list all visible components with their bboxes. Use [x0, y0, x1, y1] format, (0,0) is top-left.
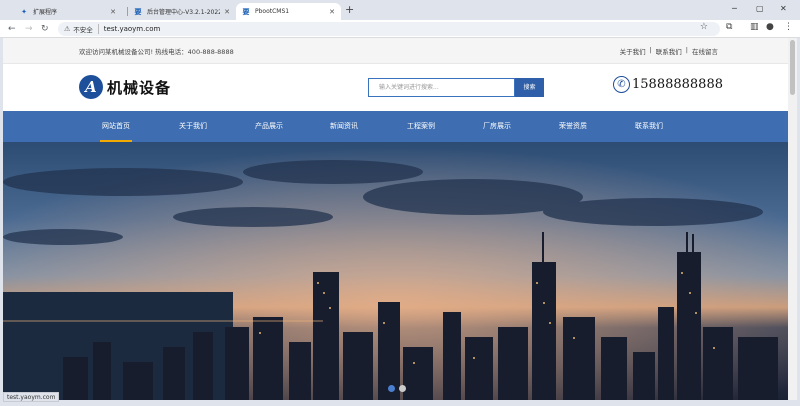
slider-dot[interactable]: [399, 385, 406, 392]
top-links: 关于我们 | 联系我们 | 在线留言: [620, 46, 718, 56]
site-logo[interactable]: A 机械设备: [79, 75, 171, 99]
search-button[interactable]: 搜索: [515, 78, 544, 97]
window-close-icon[interactable]: ✕: [780, 3, 787, 15]
slider-dot[interactable]: [388, 385, 395, 392]
link-divider: |: [685, 46, 688, 54]
page-scrollbar[interactable]: [788, 38, 797, 400]
nav-item-news[interactable]: 新闻资讯: [330, 111, 358, 142]
puzzle-icon: ✦: [21, 7, 27, 16]
scrollbar-thumb[interactable]: [790, 40, 795, 95]
profile-icon[interactable]: ●: [766, 22, 774, 32]
extensions-icon[interactable]: ⧉: [726, 22, 732, 32]
tab-label: PbootCMS1: [255, 8, 290, 15]
welcome-text: 欢迎访问某机械设备公司! 热线电话：400-888-8888: [79, 48, 234, 56]
site-header: A 机械设备 输入关键词进行搜索... 搜索 ✆ 15888888888: [3, 64, 788, 111]
tab-extensions[interactable]: ✦ 扩展程序 ✕: [14, 3, 122, 20]
web-page: 欢迎访问某机械设备公司! 热线电话：400-888-8888 关于我们 | 联系…: [3, 38, 788, 400]
top-link-contact[interactable]: 联系我们: [656, 46, 682, 56]
hero-banner[interactable]: [3, 142, 788, 400]
nav-item-home[interactable]: 网站首页: [100, 111, 132, 142]
close-icon[interactable]: ✕: [329, 8, 335, 16]
tab-label: 后台管理中心-V3.2.1-20220...: [147, 9, 220, 16]
nav-item-cases[interactable]: 工程案例: [407, 111, 435, 142]
site-search: 输入关键词进行搜索... 搜索: [368, 78, 544, 97]
close-icon[interactable]: ✕: [224, 8, 230, 16]
side-panel-icon[interactable]: ▥: [750, 22, 759, 32]
city-skyline-image: [3, 142, 788, 400]
phone-icon: ✆: [613, 76, 630, 93]
forward-arrow-icon[interactable]: →: [25, 23, 33, 35]
phone-number: 15888888888: [632, 77, 723, 92]
top-link-message[interactable]: 在线留言: [692, 46, 718, 56]
search-input[interactable]: 输入关键词进行搜索...: [368, 78, 515, 97]
top-link-about[interactable]: 关于我们: [620, 46, 646, 56]
status-bar-url: test.yaoym.com: [3, 392, 60, 402]
slider-dots: [388, 385, 406, 392]
logo-icon: 要: [134, 7, 142, 16]
browser-tab-strip: ✦ 扩展程序 ✕ 要 后台管理中心-V3.2.1-20220... ✕ 要 Pb…: [0, 0, 800, 20]
reload-icon[interactable]: ↻: [41, 23, 49, 35]
warning-icon: ⚠: [64, 25, 71, 33]
link-divider: |: [649, 46, 652, 54]
tab-admin[interactable]: 要 后台管理中心-V3.2.1-20220... ✕: [128, 3, 236, 20]
security-label[interactable]: 不安全: [73, 24, 99, 34]
hotline: ✆ 15888888888: [613, 76, 723, 93]
logo-icon: 要: [242, 7, 250, 16]
tab-label: 扩展程序: [33, 9, 58, 16]
logo-badge: A: [79, 75, 103, 99]
minimize-icon[interactable]: ─: [732, 3, 737, 15]
main-nav: 网站首页 关于我们 产品展示 新闻资讯 工程案例 厂房展示 荣誉资质 联系我们: [3, 111, 788, 142]
url-text[interactable]: test.yaoym.com: [104, 25, 161, 33]
bookmark-star-icon[interactable]: ☆: [700, 22, 708, 32]
back-arrow-icon[interactable]: ←: [8, 23, 16, 35]
new-tab-button[interactable]: +: [345, 3, 354, 17]
tab-pbootcms[interactable]: 要 PbootCMS1 ✕: [236, 3, 341, 20]
nav-item-honors[interactable]: 荣誉资质: [559, 111, 587, 142]
maximize-icon[interactable]: ▢: [756, 3, 764, 15]
close-icon[interactable]: ✕: [110, 8, 116, 16]
nav-item-about[interactable]: 关于我们: [179, 111, 207, 142]
address-bar[interactable]: ⚠ 不安全 test.yaoym.com: [58, 22, 720, 36]
nav-item-factory[interactable]: 厂房展示: [483, 111, 511, 142]
logo-text: 机械设备: [107, 78, 172, 97]
nav-item-contact[interactable]: 联系我们: [635, 111, 663, 142]
menu-icon[interactable]: ⋮: [784, 22, 793, 32]
site-top-bar: 欢迎访问某机械设备公司! 热线电话：400-888-8888 关于我们 | 联系…: [3, 38, 788, 64]
nav-item-products[interactable]: 产品展示: [255, 111, 283, 142]
